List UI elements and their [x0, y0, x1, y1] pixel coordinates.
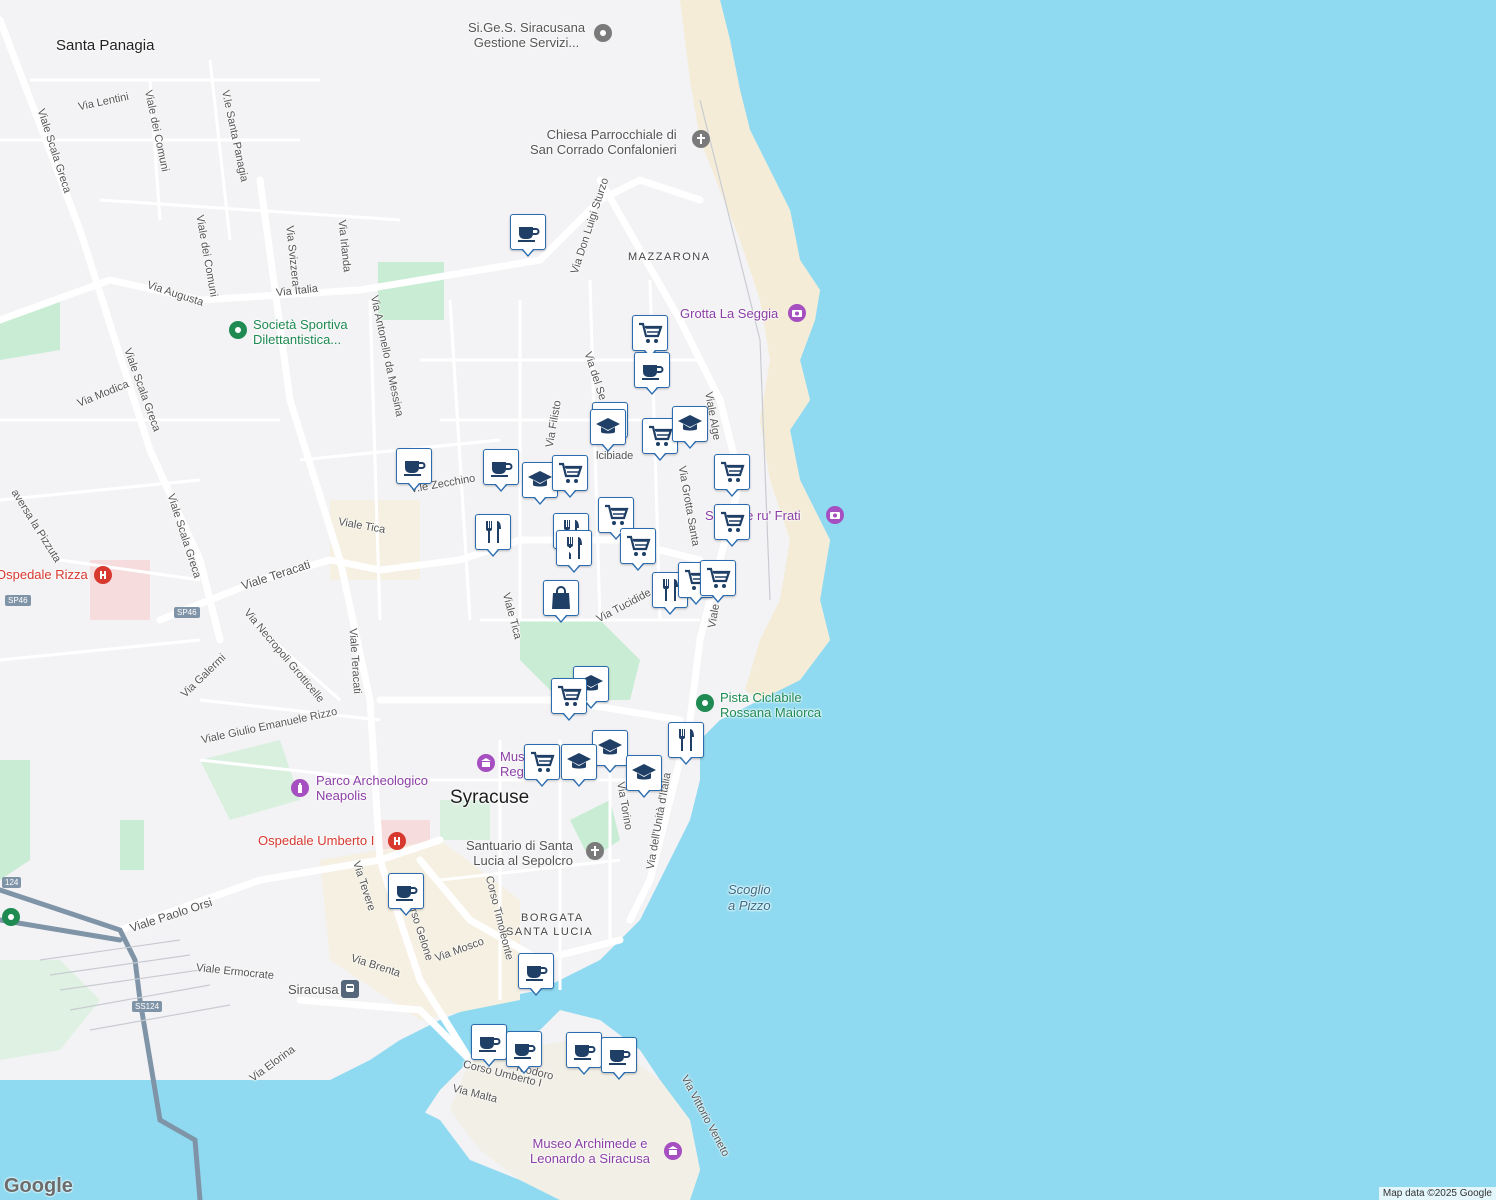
park-icon[interactable]	[696, 694, 714, 712]
church-icon[interactable]	[586, 842, 604, 860]
poi-museo-archimede[interactable]: Museo Archimede e Leonardo a Siracusa	[530, 1136, 650, 1166]
graduation-cap-icon	[565, 748, 593, 776]
coffee-cup-icon	[510, 1035, 538, 1063]
area-mazzarona: MAZZARONA	[628, 251, 711, 263]
coffee-cup-icon	[400, 452, 428, 480]
shopping-cart-icon	[624, 532, 652, 560]
road-shield-ss124: SS124	[132, 1001, 163, 1012]
fork-knife-icon	[479, 518, 507, 546]
cart-marker[interactable]	[552, 455, 588, 498]
museum-icon[interactable]	[664, 1142, 682, 1160]
train-station-icon[interactable]	[341, 980, 359, 998]
coffee-cup-icon	[605, 1041, 633, 1069]
shopping-cart-icon	[555, 682, 583, 710]
graduation-cap-icon	[676, 410, 704, 438]
shopping-cart-icon	[718, 508, 746, 536]
poi-pista[interactable]: Pista Ciclabile Rossana Maiorca	[720, 690, 821, 720]
school-marker[interactable]	[561, 744, 597, 787]
cart-marker[interactable]	[632, 315, 668, 358]
poi-scoglio-pizzo: Scoglio a Pizzo	[728, 882, 771, 913]
shopping-cart-icon	[704, 564, 732, 592]
park-icon[interactable]	[229, 321, 247, 339]
coffee-cup-icon	[487, 453, 515, 481]
cafe-marker[interactable]	[566, 1032, 602, 1075]
road-shield-ss124: 124	[2, 877, 22, 888]
cafe-marker[interactable]	[510, 214, 546, 257]
hospital-icon[interactable]	[388, 832, 406, 850]
poi-societa[interactable]: Società Sportiva Dilettantistica...	[253, 317, 348, 347]
camera-icon[interactable]	[826, 506, 844, 524]
cafe-marker[interactable]	[396, 448, 432, 491]
restaurant-marker[interactable]	[475, 514, 511, 557]
coffee-cup-icon	[514, 218, 542, 246]
cart-marker[interactable]	[700, 560, 736, 603]
camera-icon[interactable]	[788, 304, 806, 322]
graduation-cap-icon	[630, 759, 658, 787]
google-logo[interactable]: Google	[4, 1175, 73, 1198]
school-marker[interactable]	[672, 406, 708, 449]
coffee-cup-icon	[392, 877, 420, 905]
poi-parco[interactable]: Parco Archeologico Neapolis	[316, 773, 428, 803]
poi-ospedale-rizza[interactable]: Ospedale Rizza	[0, 567, 88, 582]
cart-marker[interactable]	[714, 504, 750, 547]
monument-icon[interactable]	[291, 779, 309, 797]
map-attribution[interactable]: Map data ©2025 Google	[1378, 1187, 1496, 1200]
road-shield-sp46: SP46	[5, 595, 31, 606]
shopping-cart-icon	[636, 319, 664, 347]
poi-chiesa[interactable]: Chiesa Parrocchiale di San Corrado Confa…	[530, 127, 677, 157]
shopping-bag-icon	[547, 584, 575, 612]
graduation-cap-icon	[596, 734, 624, 762]
cart-marker[interactable]	[714, 454, 750, 497]
school-marker[interactable]	[626, 755, 662, 798]
cart-marker[interactable]	[551, 678, 587, 721]
map-base-layer	[0, 0, 1496, 1200]
shopping-cart-icon	[646, 422, 674, 450]
road-shield-sp46: SP46	[174, 607, 200, 618]
cafe-marker[interactable]	[601, 1037, 637, 1080]
coffee-cup-icon	[522, 957, 550, 985]
hospital-icon[interactable]	[94, 566, 112, 584]
park-icon[interactable]	[2, 908, 20, 926]
cafe-marker[interactable]	[634, 352, 670, 395]
graduation-cap-icon	[526, 466, 554, 494]
poi-grotta[interactable]: Grotta La Seggia	[680, 306, 778, 321]
shopping-cart-icon	[528, 748, 556, 776]
coffee-cup-icon	[475, 1028, 503, 1056]
map-canvas[interactable]: Santa Panagia MAZZARONA Syracuse BORGATA…	[0, 0, 1496, 1200]
bag-marker[interactable]	[543, 580, 579, 623]
school-marker[interactable]	[592, 730, 628, 773]
museum-icon[interactable]	[477, 754, 495, 772]
city-label-syracuse[interactable]: Syracuse	[450, 787, 529, 809]
coffee-cup-icon	[638, 356, 666, 384]
fork-knife-icon	[672, 726, 700, 754]
cafe-marker[interactable]	[388, 873, 424, 916]
poi-ospedale-umberto[interactable]: Ospedale Umberto I	[258, 833, 374, 848]
area-santa-panagia: Santa Panagia	[56, 37, 155, 54]
cafe-marker[interactable]	[518, 953, 554, 996]
poi-icon[interactable]	[594, 24, 612, 42]
poi-santuario[interactable]: Santuario di Santa Lucia al Sepolcro	[466, 838, 573, 868]
church-icon[interactable]	[692, 130, 710, 148]
shopping-cart-icon	[602, 501, 630, 529]
cafe-marker[interactable]	[506, 1031, 542, 1074]
area-borgata: BORGATA	[521, 912, 584, 924]
area-santa-lucia: SANTA LUCIA	[506, 926, 594, 938]
cart-marker[interactable]	[524, 744, 560, 787]
shopping-cart-icon	[718, 458, 746, 486]
coffee-cup-icon	[570, 1036, 598, 1064]
cart-marker[interactable]	[620, 528, 656, 571]
shopping-cart-icon	[556, 459, 584, 487]
cafe-marker[interactable]	[471, 1024, 507, 1067]
poi-sigess[interactable]: Si.Ge.S. Siracusana Gestione Servizi...	[468, 20, 585, 50]
poi-siracusa-station[interactable]: Siracusa	[288, 982, 339, 997]
restaurant-marker[interactable]	[668, 722, 704, 765]
cafe-marker[interactable]	[483, 449, 519, 492]
